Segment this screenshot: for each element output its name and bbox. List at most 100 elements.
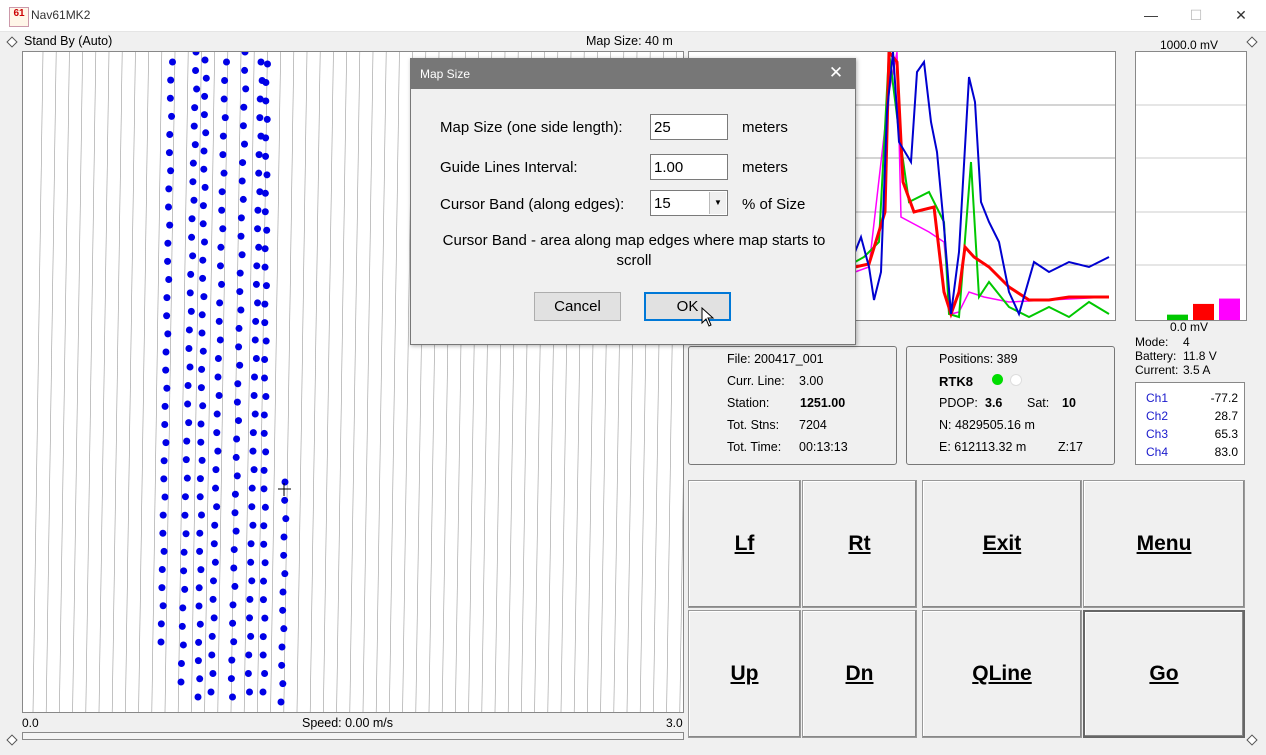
exit-button[interactable]: Exit xyxy=(922,480,1082,608)
survey-point xyxy=(211,521,219,529)
survey-point xyxy=(207,688,215,696)
survey-point xyxy=(199,256,207,264)
close-window-button[interactable]: ✕ xyxy=(1218,0,1264,31)
survey-point xyxy=(249,429,257,437)
menu-button[interactable]: Menu xyxy=(1083,480,1245,608)
map-size-input[interactable] xyxy=(650,114,728,140)
survey-point xyxy=(250,392,258,400)
survey-point xyxy=(261,614,269,622)
survey-point xyxy=(169,58,176,66)
survey-point xyxy=(185,326,193,334)
survey-point xyxy=(216,299,224,307)
survey-point xyxy=(261,319,269,327)
easting: E: 612113.32 m xyxy=(939,440,1027,454)
map-size-dialog: Map Size ✕ Map Size (one side length): m… xyxy=(410,58,856,345)
survey-point xyxy=(237,232,245,240)
survey-point xyxy=(231,490,239,498)
survey-point xyxy=(191,104,199,112)
survey-point xyxy=(230,564,238,572)
survey-point xyxy=(184,382,192,390)
cursor-band-select[interactable]: 15 ▼ xyxy=(650,190,728,216)
down-button[interactable]: Dn xyxy=(802,610,917,738)
survey-point xyxy=(262,392,270,400)
corner-marker-icon xyxy=(1246,734,1258,746)
survey-point xyxy=(262,78,270,86)
survey-point xyxy=(254,299,262,307)
survey-point xyxy=(192,52,200,56)
minimize-button[interactable]: — xyxy=(1128,0,1174,31)
survey-point xyxy=(200,165,208,173)
survey-point xyxy=(198,456,206,464)
survey-point xyxy=(181,511,189,519)
guide-line xyxy=(59,52,70,712)
bar-scale-top: 1000.0 mV xyxy=(1160,38,1219,52)
survey-point xyxy=(201,56,209,64)
mouse-cursor-icon xyxy=(701,307,715,327)
survey-point xyxy=(237,214,245,222)
survey-point xyxy=(181,493,189,501)
survey-point xyxy=(199,202,207,210)
survey-point xyxy=(160,547,168,555)
ok-button[interactable]: OK xyxy=(644,292,731,321)
survey-point xyxy=(260,540,268,548)
survey-point xyxy=(246,595,254,603)
survey-point xyxy=(255,169,263,177)
survey-point xyxy=(246,688,253,696)
guide-line xyxy=(257,52,268,712)
survey-point xyxy=(197,566,205,574)
survey-point xyxy=(219,132,227,140)
qline-button[interactable]: QLine xyxy=(922,610,1082,738)
survey-point xyxy=(159,511,167,519)
survey-point xyxy=(261,670,269,678)
survey-point xyxy=(261,245,269,253)
cancel-button[interactable]: Cancel xyxy=(534,292,621,321)
chevron-down-icon[interactable]: ▼ xyxy=(709,192,726,214)
survey-point xyxy=(279,588,287,596)
survey-point xyxy=(199,402,207,410)
map-scale-left: 0.0 xyxy=(22,716,39,730)
channel-row: Ch1 -77.2 xyxy=(1146,391,1238,405)
maximize-button[interactable]: ☐ xyxy=(1173,0,1219,31)
survey-point xyxy=(186,363,194,371)
signal-bar xyxy=(1193,303,1214,320)
map-scrollbar[interactable] xyxy=(22,732,684,740)
survey-point xyxy=(190,196,198,204)
survey-point xyxy=(159,602,167,610)
survey-point xyxy=(216,336,224,344)
survey-point xyxy=(236,361,244,369)
guide-line xyxy=(45,52,57,712)
guide-lines-input[interactable] xyxy=(650,154,728,180)
channel-row: Ch4 83.0 xyxy=(1146,445,1238,459)
survey-point xyxy=(201,238,208,246)
right-button[interactable]: Rt xyxy=(802,480,917,608)
survey-point xyxy=(229,619,237,627)
corner-marker-icon xyxy=(1246,36,1258,48)
survey-point xyxy=(259,688,267,696)
left-button[interactable]: Lf xyxy=(688,480,801,608)
up-button[interactable]: Up xyxy=(688,610,801,738)
go-button[interactable]: Go xyxy=(1083,610,1245,738)
dialog-title-bar: Map Size ✕ xyxy=(411,59,855,89)
survey-point xyxy=(212,484,220,492)
station-value: 1251.00 xyxy=(800,396,846,410)
survey-point xyxy=(233,398,241,406)
survey-point xyxy=(260,522,268,530)
survey-point xyxy=(279,680,287,688)
survey-point xyxy=(231,582,239,590)
survey-point xyxy=(263,115,271,123)
cursor-band-label: Cursor Band (along edges): xyxy=(440,196,625,213)
survey-point xyxy=(223,58,230,66)
survey-point xyxy=(201,92,209,100)
file-name: File: 200417_001 xyxy=(727,352,824,366)
survey-point xyxy=(197,384,205,392)
curr-line-label: Curr. Line: xyxy=(727,374,785,388)
guide-line xyxy=(362,52,374,712)
close-icon[interactable]: ✕ xyxy=(825,62,847,84)
survey-point xyxy=(164,330,172,338)
survey-point xyxy=(187,270,195,278)
map-size-readout: Map Size: 40 m xyxy=(586,34,673,48)
survey-point xyxy=(161,493,169,501)
speed-readout: Speed: 0.00 m/s xyxy=(302,716,394,730)
corner-marker-icon xyxy=(6,36,18,48)
survey-point xyxy=(166,94,174,102)
